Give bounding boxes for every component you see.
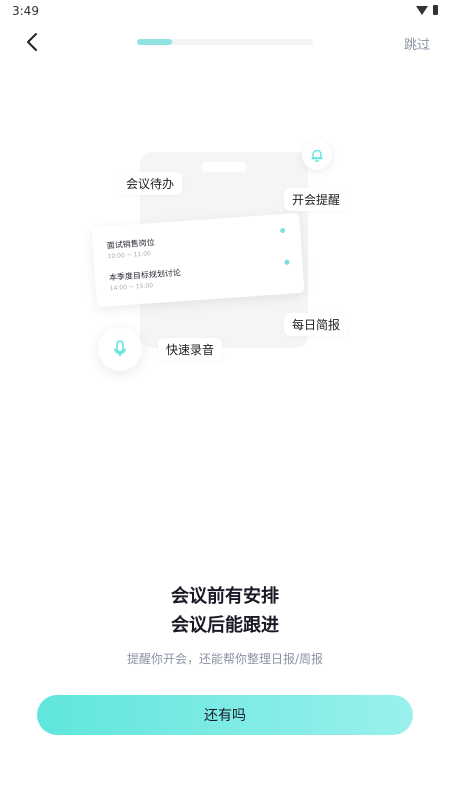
next-button[interactable]: 还有吗 [37, 695, 413, 735]
bell-icon [311, 149, 323, 162]
tag-daily-report: 每日简报 [284, 313, 349, 336]
schedule-item: 面试销售岗位 10:00 ~ 11:00 [106, 237, 155, 260]
tag-quick-record: 快速录音 [158, 338, 223, 361]
schedule-item-title: 面试销售岗位 [106, 237, 155, 251]
schedule-card: 面试销售岗位 10:00 ~ 11:00 本季度目标规划讨论 14:00 ~ 1… [91, 212, 305, 308]
progress-fill [137, 39, 173, 45]
headline: 会议前有安排 会议后能跟进 [0, 582, 450, 640]
tag-meeting-reminder: 开会提醒 [284, 188, 349, 211]
headline-line-2: 会议后能跟进 [171, 615, 279, 636]
headline-line-1: 会议前有安排 [171, 586, 279, 607]
mic-bubble [98, 327, 142, 371]
skip-button[interactable]: 跳过 [404, 34, 430, 53]
schedule-dot [284, 259, 290, 265]
wifi-icon [416, 5, 428, 15]
back-button[interactable] [18, 30, 46, 54]
phone-notch [201, 162, 247, 172]
schedule-item: 本季度目标规划讨论 14:00 ~ 15:00 [109, 267, 182, 292]
battery-icon [433, 5, 438, 15]
subtitle: 提醒你开会，还能帮你整理日报/周报 [126, 652, 324, 666]
bell-bubble [302, 140, 332, 170]
next-button-label: 还有吗 [204, 708, 246, 724]
status-time: 3:49 [12, 4, 39, 18]
microphone-icon [114, 340, 126, 357]
chevron-left-icon [27, 33, 37, 51]
schedule-item-time: 10:00 ~ 11:00 [107, 250, 152, 261]
onboarding-progress [137, 39, 313, 45]
status-bar: 3:49 [0, 0, 450, 22]
feature-illustration: 会议待办 开会提醒 面试销售岗位 10:00 ~ 11:00 本季度目标规划讨论… [0, 130, 450, 390]
tag-meeting-todo: 会议待办 [118, 172, 183, 195]
schedule-dot [279, 227, 286, 234]
status-icons [416, 5, 438, 15]
